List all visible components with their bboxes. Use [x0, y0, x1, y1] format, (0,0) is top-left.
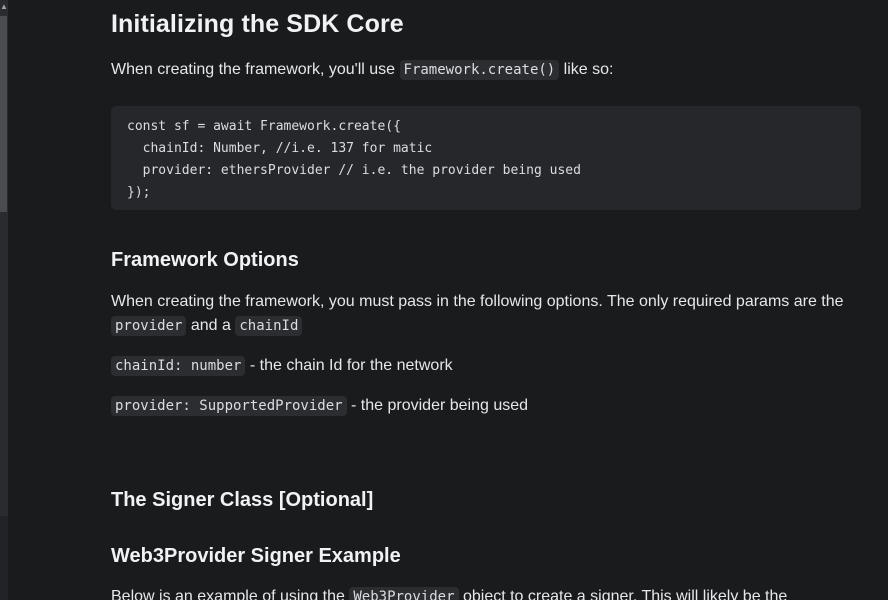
framework-options-heading: Framework Options: [111, 249, 299, 271]
intro-text-end: like so:: [559, 61, 614, 78]
inline-code-chainid-number: chainId: number: [111, 356, 246, 376]
page-title: Initializing the SDK Core: [111, 10, 404, 38]
intro-text: When creating the framework, you'll use: [111, 61, 400, 78]
web3provider-signer-heading: Web3Provider Signer Example: [111, 545, 401, 567]
provider-description: - the provider being used: [346, 397, 529, 414]
code-line: provider: ethersProvider // i.e. the pro…: [127, 163, 581, 178]
inline-code-web3provider: Web3Provider: [349, 587, 459, 600]
code-line: chainId: Number, //i.e. 137 for matic: [127, 141, 433, 156]
inline-code-provider-supported: provider: SupportedProvider: [111, 396, 347, 416]
provider-option-line: provider: SupportedProvider - the provid…: [111, 394, 856, 418]
inline-code-provider: provider: [111, 316, 187, 336]
code-line: });: [127, 185, 151, 200]
scrollbar-track-lower: [0, 516, 8, 600]
options-text: When creating the framework, you must pa…: [111, 293, 844, 310]
inline-code-framework-create: Framework.create(): [399, 60, 560, 80]
scrollbar-thumb[interactable]: [0, 16, 7, 212]
chainid-description: - the chain Id for the network: [245, 357, 453, 374]
inline-code-chainid: chainId: [235, 316, 303, 336]
code-block[interactable]: const sf = await Framework.create({ chai…: [111, 106, 861, 210]
signer-class-heading: The Signer Class [Optional]: [111, 489, 374, 511]
chainid-option-line: chainId: number - the chain Id for the n…: [111, 354, 856, 378]
window-scrollbar[interactable]: ▲: [0, 0, 8, 600]
scroll-up-arrow-icon[interactable]: ▲: [0, 0, 8, 14]
code-block-content: const sf = await Framework.create({ chai…: [127, 116, 581, 204]
intro-paragraph: When creating the framework, you'll use …: [111, 58, 856, 82]
options-text-and: and a: [186, 317, 236, 334]
signer-text: Below is an example of using the: [111, 588, 350, 600]
code-line: const sf = await Framework.create({: [127, 119, 401, 134]
framework-options-paragraph: When creating the framework, you must pa…: [111, 290, 856, 338]
signer-text-end: object to create a signer. This will lik…: [458, 588, 788, 600]
signer-paragraph: Below is an example of using the Web3Pro…: [111, 585, 856, 600]
